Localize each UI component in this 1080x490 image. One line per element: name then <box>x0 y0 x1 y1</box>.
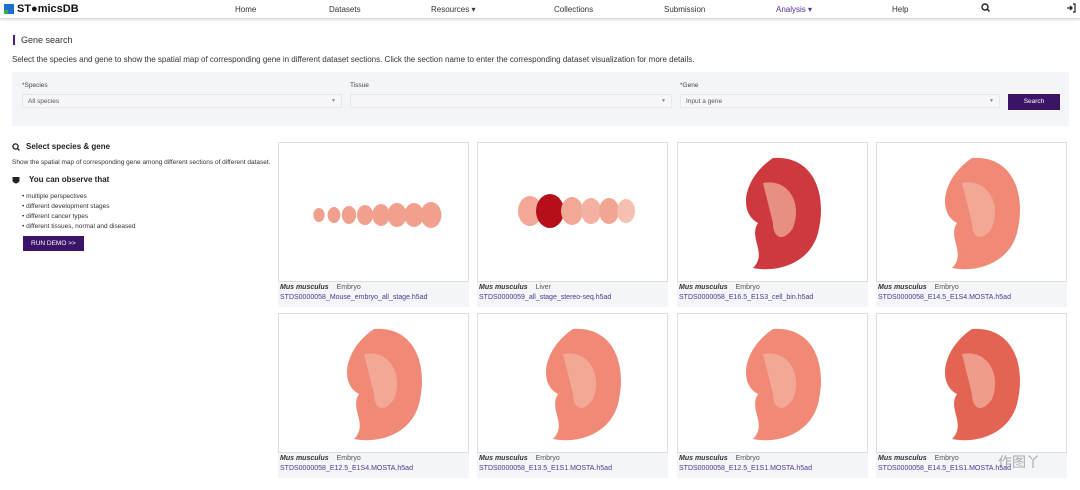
species-name: Mus musculus <box>280 284 329 291</box>
spatial-map-image[interactable] <box>477 313 668 453</box>
list-item: different cancer types <box>22 213 272 220</box>
run-demo-button[interactable]: RUN DEMO >> <box>23 236 84 251</box>
species-label: *Species <box>22 82 48 89</box>
nav-analysis[interactable]: Analysis ▾ <box>776 5 812 14</box>
species-select[interactable]: All species ▼ <box>22 94 342 108</box>
spatial-map <box>313 202 442 228</box>
card-caption: Mus musculus Liver STDS0000059_all_stage_s… <box>477 282 668 307</box>
spatial-map <box>546 328 621 441</box>
tissue-select[interactable]: ▼ <box>350 94 672 108</box>
search-button[interactable]: Search <box>1008 94 1060 110</box>
gene-input[interactable]: Input a gene ▼ <box>680 94 1000 108</box>
species-name: Mus musculus <box>280 455 329 462</box>
caret-down-icon: ▼ <box>331 98 336 104</box>
card-caption: Mus musculus Embryo STDS0000058_E12.5_E1S4… <box>278 453 469 478</box>
dataset-file-link[interactable]: STDS0000058_E13.5_E1S1.MOSTA.h5ad <box>479 465 666 472</box>
dataset-file-link[interactable]: STDS0000058_E12.5_E1S1.MOSTA.h5ad <box>679 465 866 472</box>
dataset-file-link[interactable]: STDS0000058_E16.5_E1S3_cell_bin.h5ad <box>679 294 866 301</box>
dataset-card: Mus musculus Embryo STDS0000058_E12.5_E1S1… <box>677 313 868 478</box>
nav-submission[interactable]: Submission <box>664 5 705 14</box>
spatial-map <box>746 157 821 270</box>
nav-help[interactable]: Help <box>892 5 908 14</box>
dataset-file-link[interactable]: STDS0000058_E12.5_E1S4.MOSTA.h5ad <box>280 465 467 472</box>
gene-label: *Gene <box>680 82 699 89</box>
nav-resources[interactable]: Resources ▾ <box>431 5 475 14</box>
page-description: Select the species and gene to show the … <box>12 55 695 64</box>
list-item: different development stages <box>22 203 272 210</box>
sidebar: Select species & gene Show the spatial m… <box>12 142 272 251</box>
nav-datasets[interactable]: Datasets <box>329 5 361 14</box>
tissue-name: Embryo <box>735 455 760 462</box>
spatial-map <box>746 328 821 441</box>
tissue-name: Embryo <box>336 455 361 462</box>
sidebar-text: Show the spatial map of corresponding ge… <box>12 159 271 166</box>
list-item: multiple perspectives <box>22 193 272 200</box>
spatial-map-image[interactable] <box>278 313 469 453</box>
spatial-map <box>347 328 422 441</box>
species-name: Mus musculus <box>479 455 528 462</box>
card-caption: Mus musculus Embryo STDS0000058_E12.5_E1S1… <box>677 453 868 478</box>
tissue-name: Liver <box>535 284 551 291</box>
logo[interactable]: ST●micsDB <box>4 3 79 15</box>
spatial-map-image[interactable] <box>677 313 868 453</box>
dataset-file-link[interactable]: STDS0000058_Mouse_embryo_all_stage.h5ad <box>280 294 467 301</box>
tissue-name: Embryo <box>934 455 959 462</box>
tissue-name: Embryo <box>735 284 760 291</box>
card-caption: Mus musculus Embryo STDS0000058_Mouse_embr… <box>278 282 469 307</box>
dataset-card: Mus musculus Liver STDS0000059_all_stage_s… <box>477 142 668 307</box>
logo-icon <box>4 4 14 14</box>
top-nav: ST●micsDB Home Datasets Resources ▾ Coll… <box>0 0 1080 19</box>
species-name: Mus musculus <box>679 455 728 462</box>
card-caption: Mus musculus Embryo STDS0000058_E13.5_E1S1… <box>477 453 668 478</box>
spatial-map-image[interactable] <box>876 313 1067 453</box>
watermark: 作图丫 <box>998 454 1040 470</box>
card-caption: Mus musculus Embryo STDS0000058_E14.5_E1S4… <box>876 282 1067 307</box>
login-icon[interactable] <box>1066 3 1076 15</box>
sidebar-heading: Select species & gene <box>12 142 272 151</box>
tissue-label: Tissue <box>350 82 369 89</box>
species-name: Mus musculus <box>878 455 927 462</box>
species-name: Mus musculus <box>878 284 927 291</box>
tissue-name: Embryo <box>535 455 560 462</box>
species-name: Mus musculus <box>479 284 528 291</box>
spatial-map <box>945 157 1020 270</box>
tissue-name: Embryo <box>336 284 361 291</box>
dataset-file-link[interactable]: STDS0000059_all_stage_stereo-seq.h5ad <box>479 294 666 301</box>
nav-collections[interactable]: Collections <box>554 5 593 14</box>
dataset-card: Mus musculus Embryo STDS0000058_E12.5_E1S4… <box>278 313 469 478</box>
dataset-card: Mus musculus Embryo STDS0000058_Mouse_embr… <box>278 142 469 307</box>
spatial-map <box>945 328 1020 441</box>
spatial-map-image[interactable] <box>677 142 868 282</box>
species-name: Mus musculus <box>679 284 728 291</box>
dataset-card: Mus musculus Embryo STDS0000058_E14.5_E1S4… <box>876 142 1067 307</box>
caret-down-icon: ▼ <box>989 98 994 104</box>
dataset-card: Mus musculus Embryo STDS0000058_E16.5_E1S3… <box>677 142 868 307</box>
shield-icon <box>12 176 20 183</box>
nav-home[interactable]: Home <box>235 5 256 14</box>
list-item: different tissues, normal and diseased <box>22 223 272 230</box>
caret-down-icon: ▼ <box>661 98 666 104</box>
spatial-map <box>518 194 635 228</box>
search-icon <box>12 142 20 151</box>
sidebar-heading: You can observe that <box>12 175 272 184</box>
search-panel: *Species All species ▼ Tissue ▼ *Gene Inp… <box>12 72 1069 126</box>
tissue-name: Embryo <box>934 284 959 291</box>
dataset-file-link[interactable]: STDS0000058_E14.5_E1S4.MOSTA.h5ad <box>878 294 1065 301</box>
observe-list: multiple perspectives different developm… <box>22 193 272 230</box>
search-icon[interactable] <box>981 3 990 15</box>
card-caption: Mus musculus Embryo STDS0000058_E16.5_E1S3… <box>677 282 868 307</box>
spatial-map-image[interactable] <box>278 142 469 282</box>
spatial-map-image[interactable] <box>876 142 1067 282</box>
dataset-card: Mus musculus Embryo STDS0000058_E13.5_E1S1… <box>477 313 668 478</box>
spatial-map-image[interactable] <box>477 142 668 282</box>
page-title: Gene search <box>13 35 1068 45</box>
